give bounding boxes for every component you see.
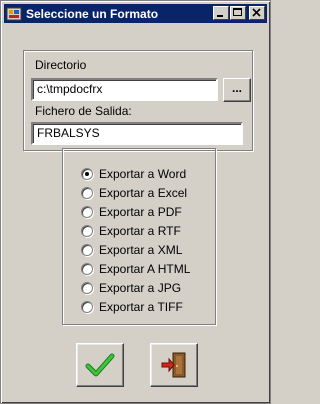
directory-input[interactable]: c:\tmpdocfrx <box>31 78 218 101</box>
checkmark-icon <box>85 353 115 377</box>
format-option-label: Exportar a TIFF <box>99 300 183 314</box>
format-option[interactable]: Exportar a JPG <box>81 280 181 296</box>
exit-door-icon <box>161 352 186 378</box>
browse-directory-button[interactable]: ... <box>223 78 251 102</box>
window-title: Seleccione un Formato <box>26 6 159 21</box>
format-option[interactable]: Exportar a Word <box>81 166 186 182</box>
format-option[interactable]: Exportar a XML <box>81 242 182 258</box>
directory-label: Directorio <box>35 58 87 72</box>
format-option[interactable]: Exportar A HTML <box>81 261 190 277</box>
radio-button[interactable] <box>81 263 93 275</box>
minimize-button[interactable] <box>213 6 229 20</box>
radio-button[interactable] <box>81 282 93 294</box>
format-option-label: Exportar a PDF <box>99 205 182 219</box>
radio-button[interactable] <box>81 206 93 218</box>
maximize-button[interactable] <box>230 6 246 20</box>
format-option[interactable]: Exportar a RTF <box>81 223 181 239</box>
format-option-label: Exportar a RTF <box>99 224 181 238</box>
format-option-label: Exportar a XML <box>99 243 183 257</box>
output-file-label: Fichero de Salida: <box>35 104 132 118</box>
radio-dot <box>85 172 89 176</box>
minimize-icon <box>217 15 223 17</box>
close-button[interactable] <box>249 6 265 20</box>
format-option-label: Exportar a Excel <box>99 186 188 200</box>
format-option[interactable]: Exportar a Excel <box>81 185 187 201</box>
format-option-label: Exportar a Word <box>99 167 187 181</box>
maximize-icon <box>233 8 242 16</box>
format-option-label: Exportar a JPG <box>99 281 182 295</box>
output-file-input[interactable]: FRBALSYS <box>31 122 243 145</box>
format-options-panel: Exportar a Word Exportar a Excel Exportar … <box>62 148 216 325</box>
close-icon <box>252 8 261 17</box>
format-option[interactable]: Exportar a TIFF <box>81 299 183 315</box>
radio-button[interactable] <box>81 301 93 313</box>
title-bar[interactable]: Seleccione un Formato <box>4 4 267 23</box>
exit-button[interactable] <box>150 343 198 387</box>
format-option[interactable]: Exportar a PDF <box>81 204 182 220</box>
export-format-dialog: Seleccione un Formato Directorio c:\tmpd… <box>0 0 271 404</box>
radio-button-selected[interactable] <box>81 168 93 180</box>
format-option-label: Exportar A HTML <box>99 262 191 276</box>
radio-button[interactable] <box>81 244 93 256</box>
accept-button[interactable] <box>76 343 124 387</box>
radio-button[interactable] <box>81 187 93 199</box>
app-icon <box>6 7 22 20</box>
radio-button[interactable] <box>81 225 93 237</box>
